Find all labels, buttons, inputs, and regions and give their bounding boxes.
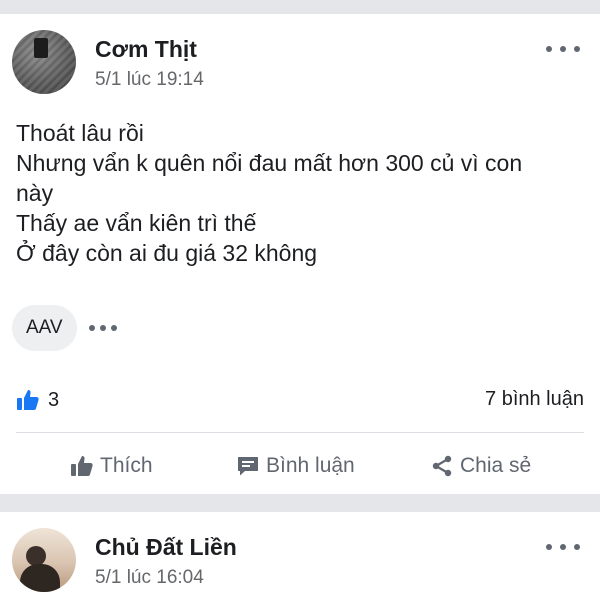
author-avatar[interactable] (12, 528, 76, 592)
post-timestamp[interactable]: 5/1 lúc 19:14 (95, 69, 204, 91)
post-actions: Thích Bình luận Chia sẻ (0, 446, 600, 486)
post-card: Chủ Đất Liền 5/1 lúc 16:04 (0, 512, 600, 600)
divider (16, 432, 584, 433)
post-content-line: này (16, 180, 54, 206)
more-options-icon[interactable] (546, 42, 580, 56)
like-summary[interactable]: 3 (16, 385, 59, 415)
post-timestamp[interactable]: 5/1 lúc 16:04 (95, 567, 204, 589)
post-content: Thoát lâu rồi Nhưng vẩn k quên nổi đau m… (16, 118, 586, 268)
comment-button-label: Bình luận (266, 454, 355, 477)
more-tags-icon[interactable] (88, 324, 117, 332)
comment-button[interactable]: Bình luận (236, 446, 355, 486)
post-stats: 3 7 bình luận (16, 385, 584, 415)
post-card: Cơm Thịt 5/1 lúc 19:14 Thoát lâu rồi Như… (0, 14, 600, 494)
author-name[interactable]: Cơm Thịt (95, 36, 197, 63)
thumbs-up-icon (71, 456, 93, 476)
author-avatar[interactable] (12, 30, 76, 94)
comment-bubble-icon (238, 457, 258, 476)
like-count: 3 (48, 388, 60, 411)
more-options-icon[interactable] (546, 540, 580, 554)
share-button[interactable]: Chia sẻ (430, 446, 531, 486)
like-button-label: Thích (100, 454, 153, 477)
stock-tag[interactable]: AAV (12, 305, 77, 351)
post-content-line: Nhưng vẩn k quên nổi đau mất hơn 300 củ … (16, 150, 523, 176)
author-name[interactable]: Chủ Đất Liền (95, 534, 237, 561)
comment-count[interactable]: 7 bình luận (485, 388, 584, 411)
share-button-label: Chia sẻ (460, 454, 532, 477)
post-content-line: Ở đây còn ai đu giá 32 không (16, 240, 318, 266)
post-content-line: Thấy ae vẩn kiên trì thế (16, 210, 257, 236)
share-icon (432, 455, 452, 477)
like-button[interactable]: Thích (70, 446, 153, 486)
thumbs-up-icon (17, 390, 39, 410)
tag-row: AAV (12, 305, 117, 351)
post-content-line: Thoát lâu rồi (16, 120, 144, 146)
